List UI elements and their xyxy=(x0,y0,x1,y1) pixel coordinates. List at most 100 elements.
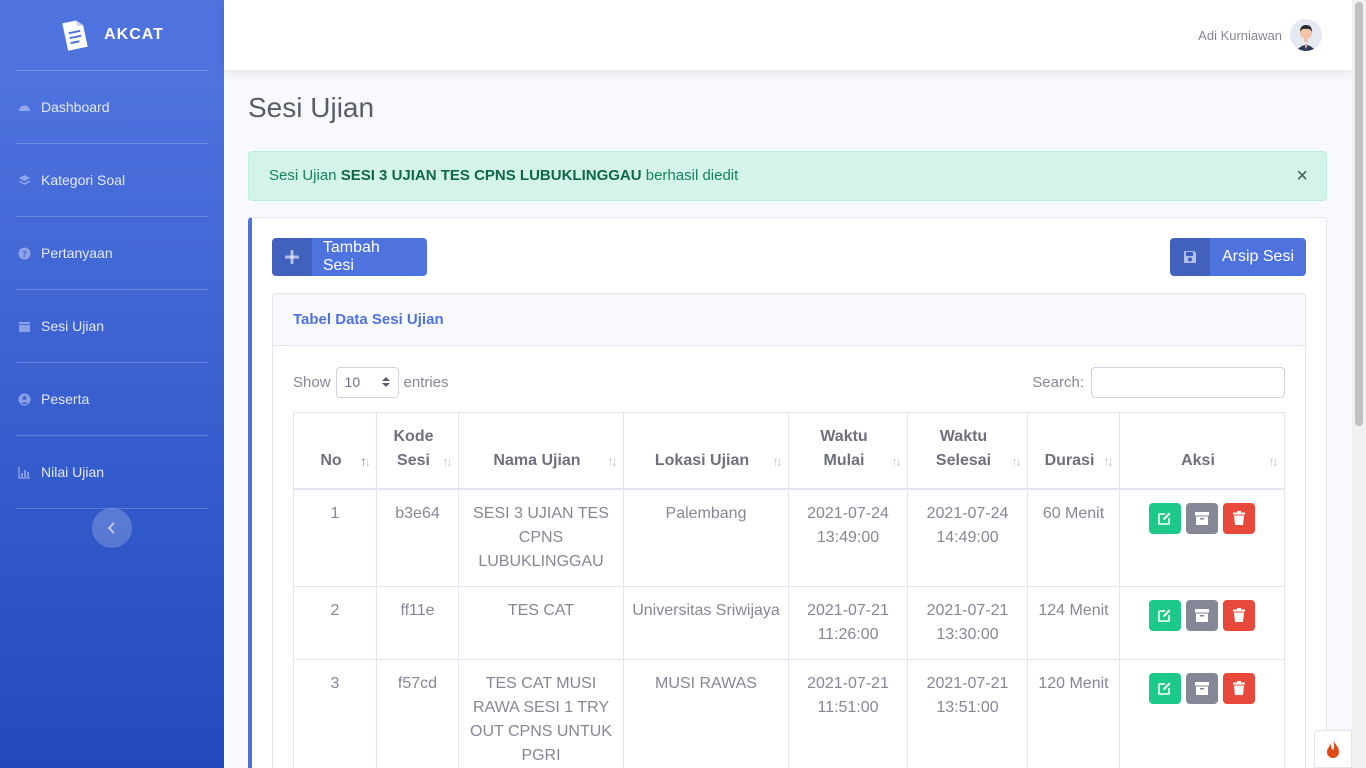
archive-session-label: Arsip Sesi xyxy=(1221,248,1295,265)
cell-selesai: 2021-07-24 14:49:00 xyxy=(907,488,1028,587)
cell-no: 3 xyxy=(293,658,377,768)
sort-icon: ↑↓ xyxy=(442,452,453,469)
cell-no: 1 xyxy=(293,488,377,587)
archive-button[interactable] xyxy=(1186,502,1218,534)
sidebar-item-pertanyaan[interactable]: ? Pertanyaan xyxy=(0,217,224,289)
search-input[interactable] xyxy=(1091,366,1285,398)
edit-icon xyxy=(1158,609,1171,622)
sessions-card: Tambah Sesi Arsip Sesi Tabel Data Sesi U… xyxy=(248,217,1327,768)
sidebar-item-dashboard[interactable]: Dashboard xyxy=(0,71,224,143)
sidebar-item-label: Kategori Soal xyxy=(41,172,126,188)
cell-durasi: 124 Menit xyxy=(1027,585,1120,660)
trash-icon xyxy=(1233,681,1245,695)
delete-button[interactable] xyxy=(1223,672,1255,704)
user-dropdown[interactable]: Adi Kurniawan xyxy=(1198,19,1322,51)
cell-aksi xyxy=(1119,585,1285,660)
show-label: Show xyxy=(293,373,331,391)
brand[interactable]: AKCAT xyxy=(0,0,224,70)
archive-icon xyxy=(1195,608,1209,622)
sidebar-item-label: Dashboard xyxy=(41,99,110,115)
edit-button[interactable] xyxy=(1149,502,1181,534)
table-row: 3 f57cd TES CAT MUSI RAWA SESI 1 TRY OUT… xyxy=(293,658,1285,768)
cell-lokasi: MUSI RAWAS xyxy=(623,658,789,768)
sidebar-item-kategori-soal[interactable]: Kategori Soal xyxy=(0,144,224,216)
header-kode[interactable]: Kode Sesi ↑↓ xyxy=(376,412,459,490)
cell-selesai: 2021-07-21 13:30:00 xyxy=(907,585,1028,660)
sort-icon: ↑↓ xyxy=(891,452,902,469)
sidebar-item-label: Pertanyaan xyxy=(41,245,113,261)
table-card: Tabel Data Sesi Ujian Show 10 entries Se… xyxy=(272,293,1306,768)
archive-icon xyxy=(1195,681,1209,695)
header-no[interactable]: No ↑↓ xyxy=(293,412,377,490)
page-length-control: Show 10 entries xyxy=(293,366,449,398)
header-aksi[interactable]: Aksi ↑↓ xyxy=(1119,412,1285,490)
sidebar-item-peserta[interactable]: Peserta xyxy=(0,363,224,435)
sessions-table: No ↑↓ Kode Sesi ↑↓ Nama Ujian ↑↓ Lokasi Uji… xyxy=(293,412,1285,768)
header-nama[interactable]: Nama Ujian ↑↓ xyxy=(458,412,624,490)
sidebar-item-nilai-ujian[interactable]: Nilai Ujian xyxy=(0,436,224,508)
header-selesai[interactable]: Waktu Selesai ↑↓ xyxy=(907,412,1028,490)
sort-icon: ↑↓ xyxy=(772,452,783,469)
scrollbar-thumb[interactable] xyxy=(1355,2,1363,426)
cell-mulai: 2021-07-21 11:26:00 xyxy=(788,585,908,660)
cell-selesai: 2021-07-21 13:51:00 xyxy=(907,658,1028,768)
close-icon[interactable]: × xyxy=(1296,165,1308,188)
sidebar-toggle-button[interactable] xyxy=(92,508,132,548)
archive-button[interactable] xyxy=(1186,672,1218,704)
calendar-icon xyxy=(18,320,31,333)
plus-icon xyxy=(272,238,312,276)
chart-icon xyxy=(18,466,31,479)
page-length-value: 10 xyxy=(344,374,361,390)
edit-icon xyxy=(1158,682,1171,695)
search-label: Search: xyxy=(1032,373,1084,391)
sidebar-item-label: Nilai Ujian xyxy=(41,464,105,480)
cell-durasi: 60 Menit xyxy=(1027,488,1120,587)
table-controls: Show 10 entries Search: xyxy=(293,366,1285,398)
header-durasi[interactable]: Durasi ↑↓ xyxy=(1027,412,1120,490)
entries-label: entries xyxy=(403,373,449,391)
add-session-button[interactable]: Tambah Sesi xyxy=(272,238,427,276)
trash-icon xyxy=(1233,608,1245,622)
archive-button[interactable] xyxy=(1186,599,1218,631)
cell-kode: ff11e xyxy=(376,585,459,660)
cell-no: 2 xyxy=(293,585,377,660)
table-header-row: No ↑↓ Kode Sesi ↑↓ Nama Ujian ↑↓ Lokasi Uji… xyxy=(293,412,1285,490)
cell-durasi: 120 Menit xyxy=(1027,658,1120,768)
brand-name: AKCAT xyxy=(104,26,164,43)
sidebar-item-sesi-ujian[interactable]: Sesi Ujian xyxy=(0,290,224,362)
cell-kode: f57cd xyxy=(376,658,459,768)
debug-toolbar-button[interactable] xyxy=(1314,730,1352,768)
user-name: Adi Kurniawan xyxy=(1198,27,1282,43)
sidebar-item-label: Sesi Ujian xyxy=(41,318,105,334)
table-row: 1 b3e64 SESI 3 UJIAN TES CPNS LUBUKLINGG… xyxy=(293,488,1285,587)
sidebar-item-label: Peserta xyxy=(41,391,90,407)
cell-mulai: 2021-07-24 13:49:00 xyxy=(788,488,908,587)
page-title: Sesi Ujian xyxy=(248,92,375,123)
header-lokasi[interactable]: Lokasi Ujian ↑↓ xyxy=(623,412,789,490)
header-mulai[interactable]: Waktu Mulai ↑↓ xyxy=(788,412,908,490)
success-alert: Sesi Ujian SESI 3 UJIAN TES CPNS LUBUKLI… xyxy=(248,151,1327,201)
search-control: Search: xyxy=(1032,366,1285,398)
archive-session-button[interactable]: Arsip Sesi xyxy=(1170,238,1306,276)
sort-icon: ↑↓ xyxy=(1268,452,1279,469)
table-row: 2 ff11e TES CAT Universitas Sriwijaya 20… xyxy=(293,585,1285,660)
cell-nama: TES CAT xyxy=(458,585,624,660)
sidebar: AKCAT Dashboard Kategori Soal ? Pertanya… xyxy=(0,0,224,768)
cell-aksi xyxy=(1119,658,1285,768)
document-logo-icon xyxy=(62,20,88,51)
page-length-select[interactable]: 10 xyxy=(335,366,399,398)
cell-nama: SESI 3 UJIAN TES CPNS LUBUKLINGGAU xyxy=(458,488,624,587)
svg-text:?: ? xyxy=(22,250,27,260)
chevron-left-icon xyxy=(107,522,115,534)
topbar: Adi Kurniawan xyxy=(224,0,1352,70)
cell-kode: b3e64 xyxy=(376,488,459,587)
delete-button[interactable] xyxy=(1223,502,1255,534)
cell-mulai: 2021-07-21 11:51:00 xyxy=(788,658,908,768)
sort-select-icon xyxy=(381,377,390,387)
table-card-title: Tabel Data Sesi Ujian xyxy=(273,294,1305,346)
avatar[interactable] xyxy=(1290,19,1322,51)
edit-button[interactable] xyxy=(1149,672,1181,704)
edit-button[interactable] xyxy=(1149,599,1181,631)
delete-button[interactable] xyxy=(1223,599,1255,631)
page-scrollbar[interactable] xyxy=(1352,0,1366,768)
